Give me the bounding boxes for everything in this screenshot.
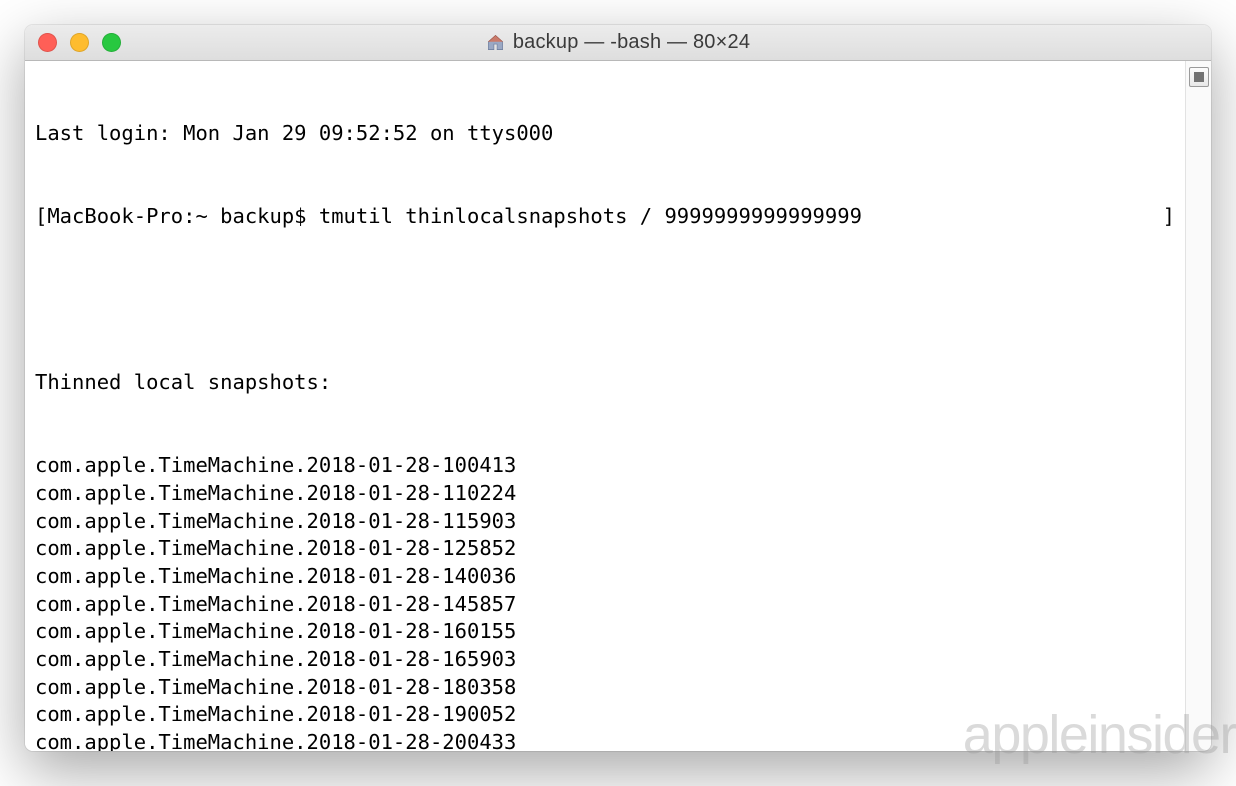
- command-text: tmutil thinlocalsnapshots / 999999999999…: [319, 203, 862, 231]
- snapshot-item: com.apple.TimeMachine.2018-01-28-145857: [35, 591, 1175, 619]
- minimize-button[interactable]: [70, 33, 89, 52]
- terminal-window: backup — -bash — 80×24 Last login: Mon J…: [25, 25, 1211, 751]
- snapshot-item: com.apple.TimeMachine.2018-01-28-160155: [35, 618, 1175, 646]
- snapshot-item: com.apple.TimeMachine.2018-01-28-100413: [35, 452, 1175, 480]
- titlebar[interactable]: backup — -bash — 80×24: [25, 25, 1211, 61]
- terminal-content[interactable]: Last login: Mon Jan 29 09:52:52 on ttys0…: [25, 61, 1185, 751]
- blank-line: [35, 286, 1175, 314]
- prompt: MacBook-Pro:~ backup$: [47, 203, 319, 231]
- snapshot-item: com.apple.TimeMachine.2018-01-28-125852: [35, 535, 1175, 563]
- snapshot-item: com.apple.TimeMachine.2018-01-28-140036: [35, 563, 1175, 591]
- scrollbar-thumb[interactable]: [1189, 67, 1209, 87]
- title-center: backup — -bash — 80×24: [25, 31, 1211, 54]
- last-login-line: Last login: Mon Jan 29 09:52:52 on ttys0…: [35, 120, 1175, 148]
- snapshot-list: com.apple.TimeMachine.2018-01-28-100413c…: [35, 452, 1175, 751]
- zoom-button[interactable]: [102, 33, 121, 52]
- snapshot-item: com.apple.TimeMachine.2018-01-28-110224: [35, 480, 1175, 508]
- home-icon: [486, 33, 505, 52]
- snapshot-item: com.apple.TimeMachine.2018-01-28-200433: [35, 729, 1175, 751]
- snapshot-item: com.apple.TimeMachine.2018-01-28-190052: [35, 701, 1175, 729]
- snapshot-item: com.apple.TimeMachine.2018-01-28-165903: [35, 646, 1175, 674]
- output-header: Thinned local snapshots:: [35, 369, 1175, 397]
- window-title: backup — -bash — 80×24: [513, 31, 750, 54]
- snapshot-item: com.apple.TimeMachine.2018-01-28-180358: [35, 674, 1175, 702]
- traffic-lights: [25, 33, 121, 52]
- snapshot-item: com.apple.TimeMachine.2018-01-28-115903: [35, 508, 1175, 536]
- close-button[interactable]: [38, 33, 57, 52]
- scrollbar[interactable]: [1185, 61, 1211, 751]
- bracket-open: [: [35, 203, 47, 231]
- bracket-close: ]: [862, 203, 1175, 231]
- terminal-body: Last login: Mon Jan 29 09:52:52 on ttys0…: [25, 61, 1211, 751]
- scrollbar-thumb-icon: [1194, 72, 1204, 82]
- command-line: [MacBook-Pro:~ backup$ tmutil thinlocals…: [35, 203, 1175, 231]
